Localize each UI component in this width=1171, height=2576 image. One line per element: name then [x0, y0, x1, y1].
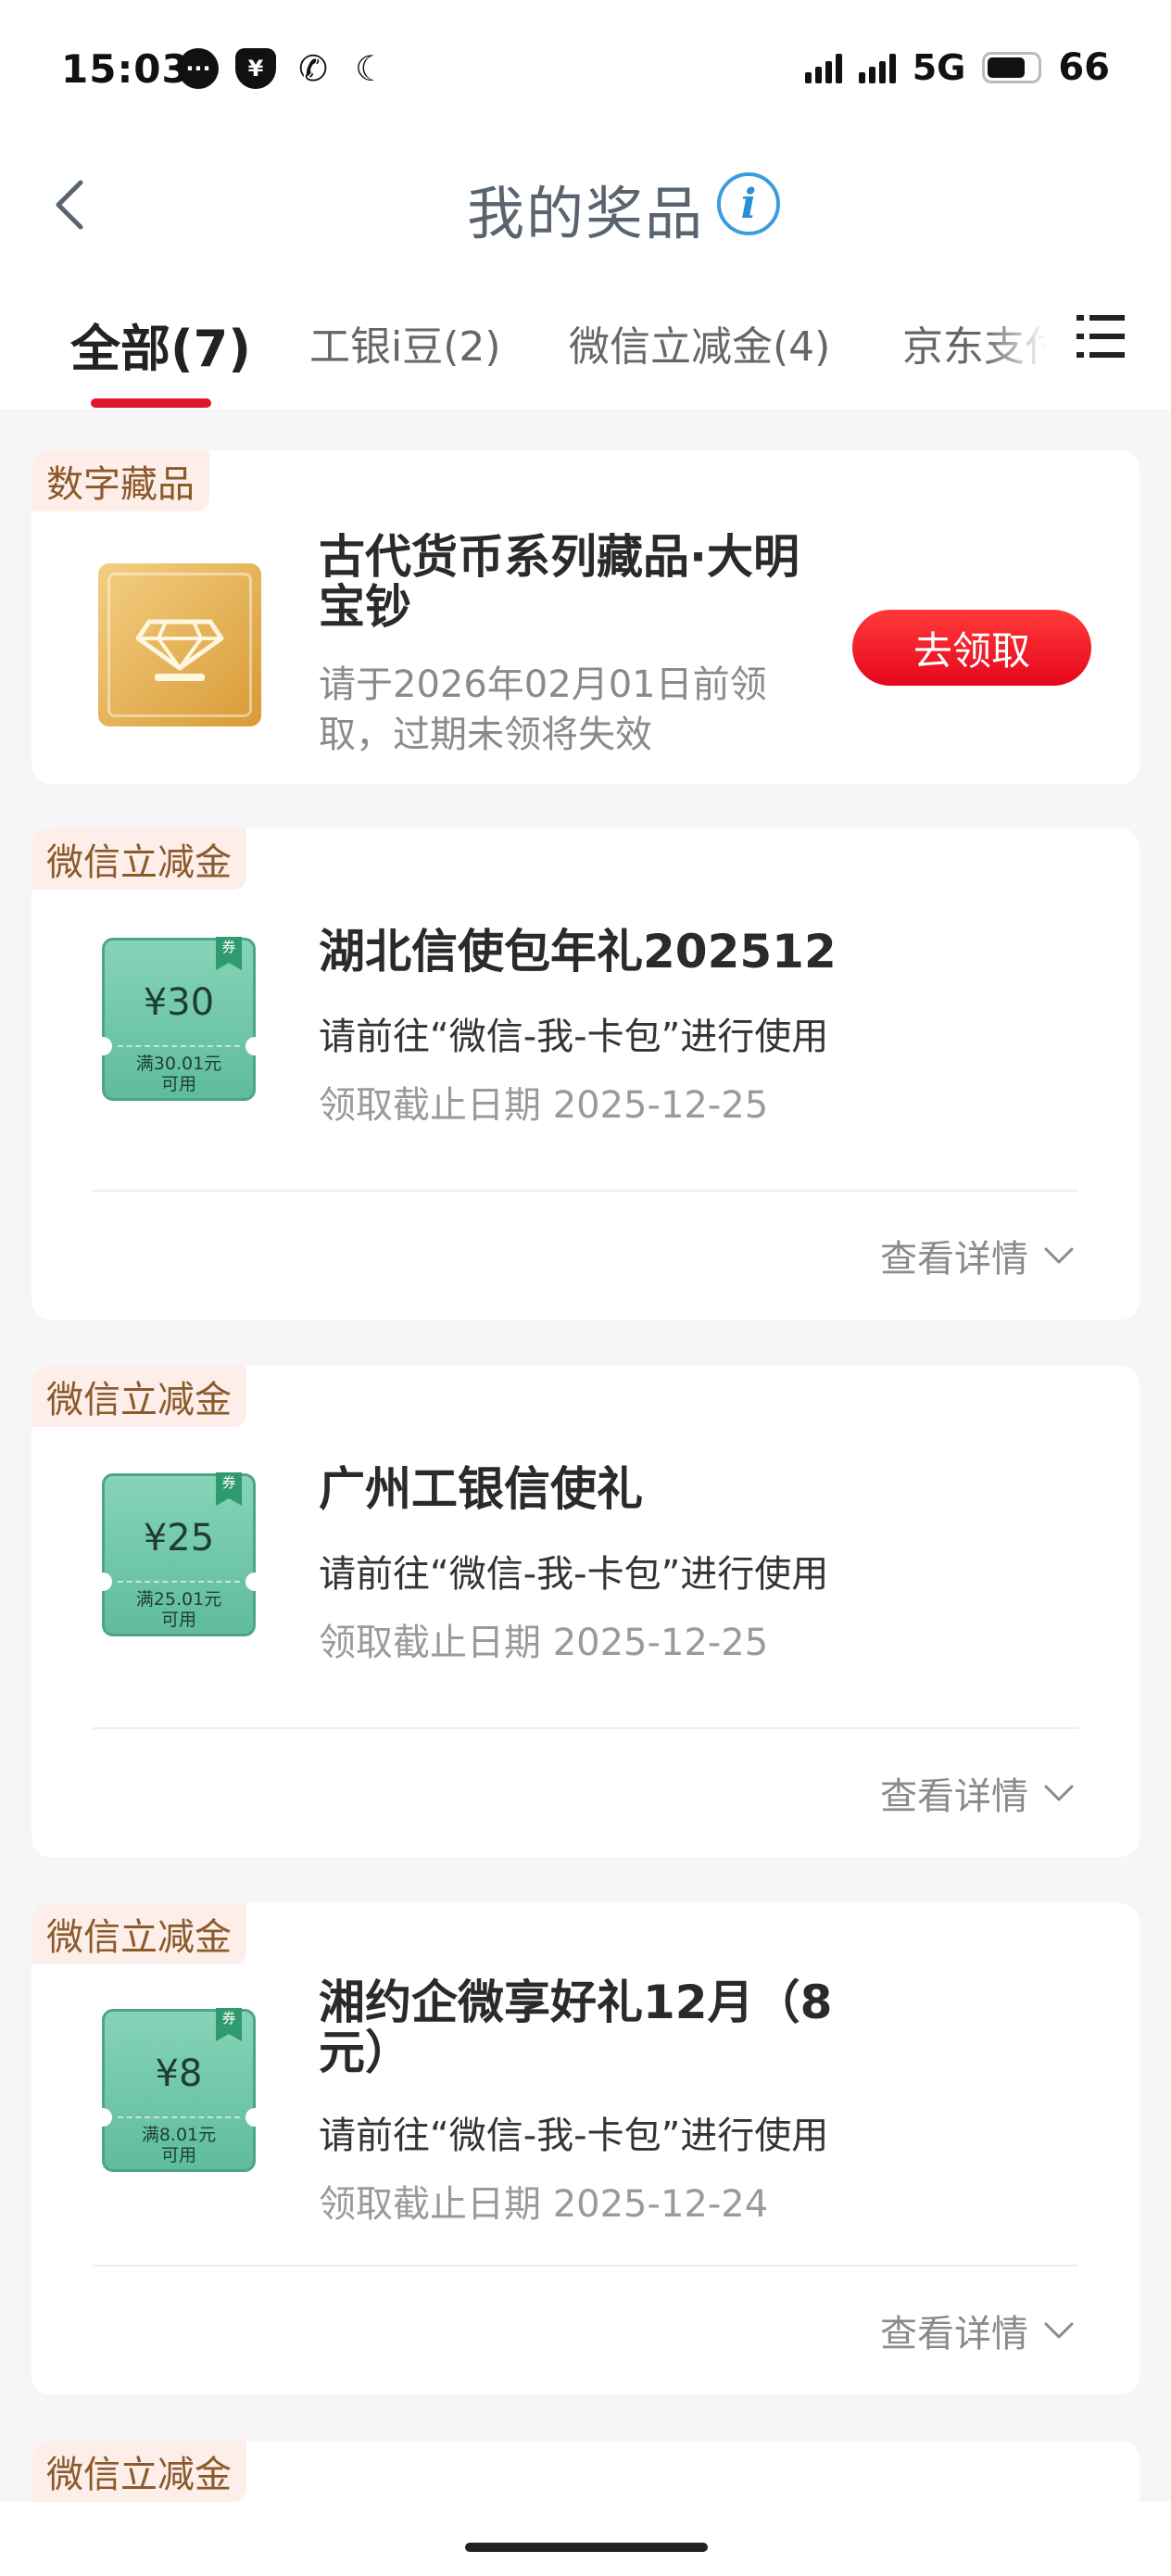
prize-title: 湖北信使包年礼202512	[319, 925, 837, 979]
message-icon: ···	[178, 48, 219, 89]
coupon-amount: ¥25	[143, 1517, 215, 1559]
prize-type-badge: 微信立减金	[31, 1366, 246, 1427]
status-time: 15:03	[61, 46, 190, 92]
prize-title: 湘约企微享好礼12月（8元）	[319, 1976, 833, 2079]
status-bar: 15:03 ··· ¥ ✆ ☾ 5G 66	[0, 0, 1171, 139]
prize-deadline: 领取截止日期 2025-12-24	[319, 2183, 769, 2226]
prize-type-badge: 微信立减金	[31, 1903, 246, 1964]
coupon-condition-line1: 满8.01元	[141, 2125, 217, 2145]
prize-expiry-note: 请于2026年02月01日前领取，过期未领将失效	[319, 663, 767, 756]
prize-type-badge: 微信立减金	[31, 2441, 246, 2502]
header: 我的奖品 i	[0, 139, 1171, 269]
tab-bar: 全部(7) 工银i豆(2) 微信立减金(4) 京东支付	[0, 269, 1171, 410]
home-indicator[interactable]	[465, 2543, 708, 2552]
coupon-image: 券 ¥8 满8.01元 可用	[94, 2008, 264, 2172]
coupon-condition-line2: 可用	[160, 1610, 196, 1630]
view-details-link[interactable]: 查看详情	[880, 1229, 1075, 1282]
chevron-down-icon	[1044, 1785, 1074, 1801]
view-details-link[interactable]: 查看详情	[880, 2304, 1075, 2357]
collectible-image	[98, 563, 261, 726]
prize-usage-note: 请前往“微信-我-卡包”进行使用	[319, 1553, 829, 1596]
signal-icon-2	[858, 52, 896, 83]
menu-list-icon[interactable]	[1077, 313, 1125, 361]
shield-yen-icon: ¥	[235, 48, 276, 89]
coupon-amount: ¥8	[155, 2052, 203, 2095]
claim-button[interactable]: 去领取	[852, 610, 1091, 686]
info-icon[interactable]: i	[717, 172, 780, 235]
chevron-down-icon	[1044, 2322, 1074, 2339]
prize-card-collectible: 数字藏品 古代货币系列藏品·大明宝钞 请于2026年02月01日前领取，过期未领…	[31, 450, 1140, 784]
prize-card: 微信立减金 券 ¥25 满25.01元 可用 广州工银信使礼 请前往“微信-我-…	[31, 1366, 1140, 1857]
prize-type-badge: 数字藏品	[31, 450, 209, 511]
tab-active-indicator	[91, 398, 211, 408]
coupon-condition: 满8.01元 可用	[105, 2125, 253, 2166]
card-divider	[93, 1727, 1078, 1729]
tab-fade	[982, 269, 1075, 410]
network-type: 5G	[912, 47, 966, 88]
view-details-link[interactable]: 查看详情	[880, 1766, 1075, 1820]
coupon-condition-line2: 可用	[160, 1074, 196, 1094]
status-system-icons: 5G 66	[804, 46, 1110, 89]
coupon-condition: 满25.01元 可用	[105, 1589, 253, 1630]
signal-icon	[804, 52, 842, 83]
coupon-condition: 满30.01元 可用	[105, 1054, 253, 1094]
view-details-label: 查看详情	[880, 2313, 1028, 2355]
coupon-tag: 券	[216, 1472, 242, 1506]
tab-icbc-beans[interactable]: 工银i豆(2)	[309, 313, 501, 373]
battery-icon	[982, 52, 1042, 83]
chevron-down-icon	[1044, 1247, 1074, 1264]
prize-card: 微信立减金 券 ¥8 满8.01元 可用 湘约企微享好礼12月（8元） 请前往“…	[31, 1903, 1140, 2394]
prize-deadline: 领取截止日期 2025-12-25	[319, 1084, 769, 1127]
coupon-condition-line1: 满25.01元	[135, 1589, 222, 1610]
view-details-label: 查看详情	[880, 1238, 1028, 1281]
view-details-label: 查看详情	[880, 1775, 1028, 1818]
coupon-image: 券 ¥25 满25.01元 可用	[94, 1472, 264, 1636]
battery-level: 66	[1058, 46, 1110, 89]
coupon-image: 券 ¥30 满30.01元 可用	[94, 937, 264, 1101]
card-divider	[93, 1190, 1078, 1192]
coupon-condition-line2: 可用	[160, 2145, 196, 2166]
prize-title: 广州工银信使礼	[319, 1462, 643, 1516]
diamond-icon	[135, 619, 224, 681]
moon-icon: ☾	[354, 48, 387, 89]
card-divider	[93, 2265, 1078, 2267]
prize-usage-note: 请前往“微信-我-卡包”进行使用	[319, 1016, 829, 1058]
phone-wifi-icon: ✆	[298, 48, 328, 89]
coupon-tag: 券	[216, 937, 242, 970]
prize-deadline: 领取截止日期 2025-12-25	[319, 1622, 769, 1664]
page-title: 我的奖品	[466, 180, 704, 247]
status-notification-icons: ··· ¥ ✆ ☾	[178, 48, 391, 89]
prize-usage-note: 请前往“微信-我-卡包”进行使用	[319, 2115, 829, 2157]
tab-wechat-discount[interactable]: 微信立减金(4)	[569, 313, 830, 373]
gesture-bar-area	[0, 2502, 1171, 2576]
prize-title: 古代货币系列藏品·大明宝钞	[319, 530, 800, 634]
coupon-tag: 券	[216, 2008, 242, 2041]
coupon-condition-line1: 满30.01元	[135, 1054, 222, 1074]
tab-all[interactable]: 全部(7)	[70, 308, 251, 381]
prize-type-badge: 微信立减金	[31, 828, 246, 890]
prize-card: 微信立减金 券 ¥30 满30.01元 可用 湖北信使包年礼202512 请前往…	[31, 828, 1140, 1320]
coupon-amount: ¥30	[143, 981, 215, 1024]
